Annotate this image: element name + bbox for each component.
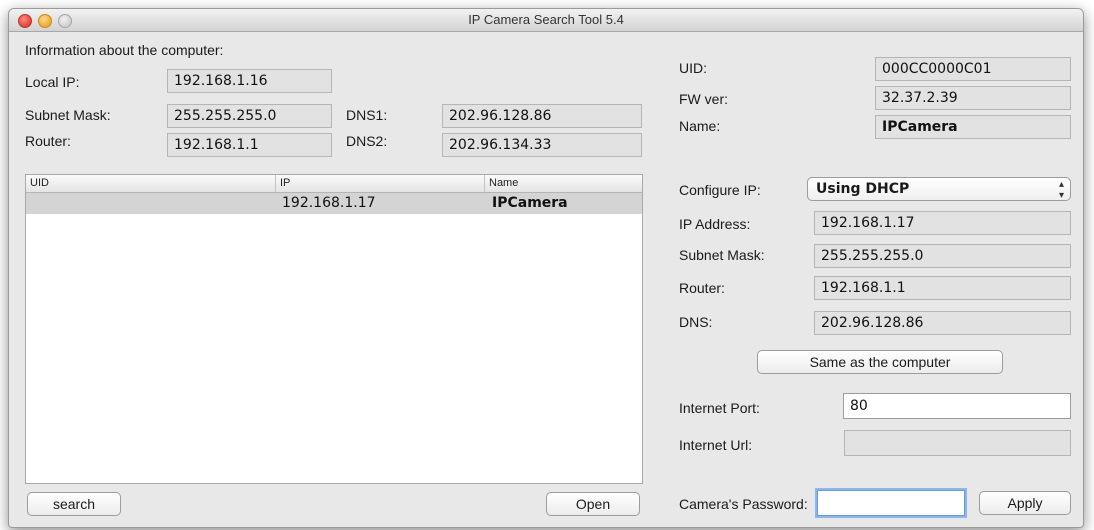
camera-password-label: Camera's Password: xyxy=(679,496,808,512)
window-title: IP Camera Search Tool 5.4 xyxy=(468,12,624,27)
configure-ip-value: Using DHCP xyxy=(816,181,910,197)
dns2-label: DNS2: xyxy=(346,133,388,149)
dns1-field: 202.96.128.86 xyxy=(442,104,642,128)
config-dns-field: 202.96.128.86 xyxy=(814,311,1071,335)
router-field: 192.168.1.1 xyxy=(167,133,332,157)
column-name[interactable]: Name xyxy=(485,175,642,192)
internet-url-label: Internet Url: xyxy=(679,437,753,453)
config-subnet-mask-field: 255.255.255.0 xyxy=(814,244,1071,268)
table-header: UID IP Name xyxy=(26,175,642,193)
title-bar[interactable]: IP Camera Search Tool 5.4 xyxy=(9,9,1083,32)
configure-ip-select[interactable]: Using DHCP ▴ ▾ xyxy=(807,177,1071,201)
table-row[interactable]: 192.168.1.17 IPCamera xyxy=(26,193,642,214)
row-name: IPCamera xyxy=(492,195,568,211)
ip-address-field: 192.168.1.17 xyxy=(814,211,1071,235)
computer-info-header: Information about the computer: xyxy=(25,42,224,58)
up-down-arrows-icon: ▴ ▾ xyxy=(1058,179,1064,201)
internet-url-field xyxy=(844,430,1071,456)
local-ip-field: 192.168.1.16 xyxy=(167,69,332,93)
search-button[interactable]: search xyxy=(27,492,121,516)
config-dns-label: DNS: xyxy=(679,314,713,330)
ip-address-label: IP Address: xyxy=(679,216,751,232)
subnet-mask-label: Subnet Mask: xyxy=(25,107,111,123)
row-ip: 192.168.1.17 xyxy=(282,195,376,211)
column-uid[interactable]: UID xyxy=(26,175,276,192)
same-as-computer-button[interactable]: Same as the computer xyxy=(757,350,1003,374)
uid-field: 000CC0000C01 xyxy=(875,57,1071,81)
local-ip-label: Local IP: xyxy=(25,74,80,90)
configure-ip-label: Configure IP: xyxy=(679,182,761,198)
dns1-label: DNS1: xyxy=(346,107,388,123)
config-subnet-mask-label: Subnet Mask: xyxy=(679,247,765,263)
name-field: IPCamera xyxy=(875,115,1071,139)
apply-button[interactable]: Apply xyxy=(979,491,1071,515)
internet-port-input[interactable] xyxy=(843,393,1071,419)
config-router-field: 192.168.1.1 xyxy=(814,276,1071,300)
name-label: Name: xyxy=(679,118,721,134)
camera-password-input[interactable] xyxy=(817,490,965,516)
main-window: IP Camera Search Tool 5.4 Information ab… xyxy=(8,8,1084,528)
open-button[interactable]: Open xyxy=(546,492,640,516)
config-router-label: Router: xyxy=(679,280,725,296)
dns2-field: 202.96.134.33 xyxy=(442,133,642,157)
router-label: Router: xyxy=(25,133,71,149)
fw-ver-field: 32.37.2.39 xyxy=(875,86,1071,110)
internet-port-label: Internet Port: xyxy=(679,400,760,416)
uid-label: UID: xyxy=(679,60,707,76)
subnet-mask-field: 255.255.255.0 xyxy=(167,104,332,128)
column-ip[interactable]: IP xyxy=(276,175,485,192)
fw-ver-label: FW ver: xyxy=(679,91,728,107)
camera-list-table[interactable]: UID IP Name 192.168.1.17 IPCamera xyxy=(25,174,643,484)
